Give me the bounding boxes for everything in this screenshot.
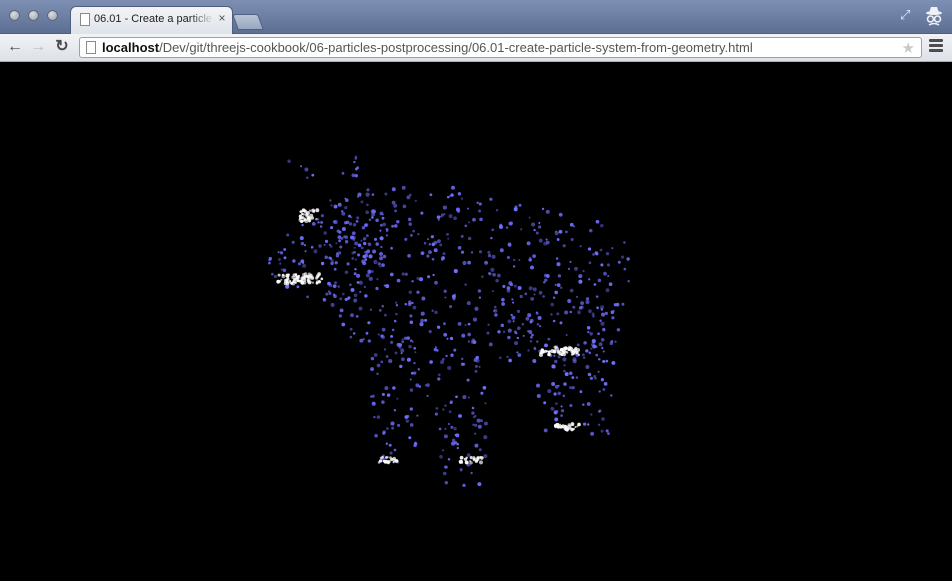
page-icon (80, 13, 90, 26)
star-icon[interactable]: ★ (902, 39, 915, 57)
address-bar[interactable]: localhost/Dev/git/threejs-cookbook/06-pa… (79, 37, 922, 58)
tab-title: 06.01 - Create a particle s (94, 13, 214, 25)
url-text[interactable]: localhost/Dev/git/threejs-cookbook/06-pa… (102, 40, 753, 55)
back-arrow-icon[interactable]: ← (5, 37, 25, 57)
webgl-canvas[interactable] (0, 62, 952, 581)
minimize-window-button[interactable] (28, 10, 39, 21)
close-window-button[interactable] (9, 10, 20, 21)
tab-close-icon[interactable]: × (216, 12, 228, 24)
incognito-icon (926, 7, 942, 26)
tab-active[interactable]: 06.01 - Create a particle s × (70, 6, 233, 34)
reload-icon[interactable]: ↻ (52, 37, 72, 57)
particle-cloud (268, 155, 630, 488)
browser-window: 06.01 - Create a particle s × ⤢ ← → ↻ lo… (0, 0, 952, 581)
url-path: /Dev/git/threejs-cookbook/06-particles-p… (159, 40, 753, 55)
hamburger-menu-icon[interactable] (929, 39, 943, 55)
browser-toolbar: ← → ↻ localhost/Dev/git/threejs-cookbook… (0, 34, 952, 62)
fullscreen-icon[interactable]: ⤢ (900, 8, 914, 22)
particle-cow-render (268, 155, 630, 488)
url-host: localhost (102, 40, 160, 55)
page-icon (86, 41, 96, 54)
new-tab-button[interactable] (232, 14, 264, 30)
tab-strip: 06.01 - Create a particle s × ⤢ (0, 0, 952, 34)
forward-arrow-icon[interactable]: → (28, 37, 48, 57)
zoom-window-button[interactable] (47, 10, 58, 21)
